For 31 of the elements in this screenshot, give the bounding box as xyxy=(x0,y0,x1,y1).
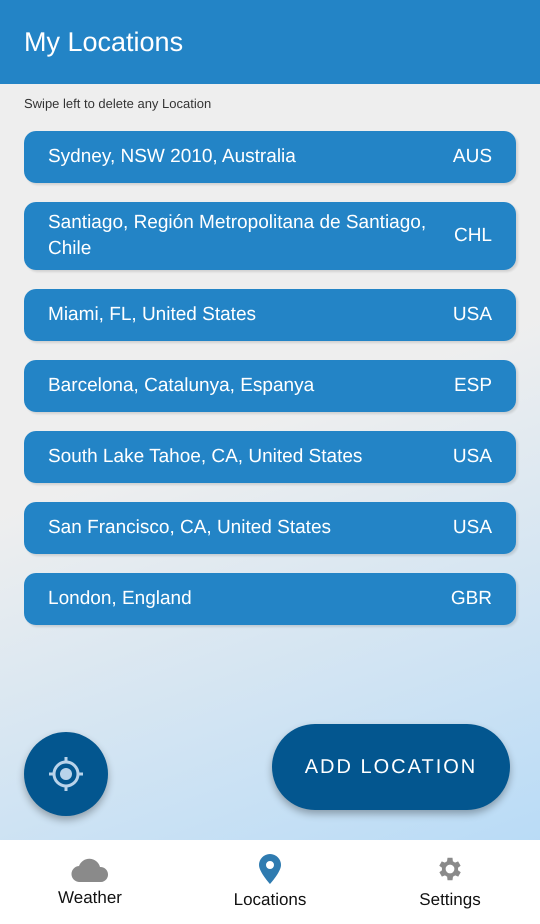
location-card[interactable]: Miami, FL, United States USA xyxy=(24,289,516,341)
country-code: AUS xyxy=(452,146,492,168)
location-name: San Francisco, CA, United States xyxy=(48,516,332,540)
page-title: My Locations xyxy=(24,26,184,58)
location-card[interactable]: Sydney, NSW 2010, Australia AUS xyxy=(24,131,516,183)
crosshair-icon xyxy=(47,755,85,793)
country-code: USA xyxy=(452,446,492,468)
cloud-icon xyxy=(71,856,109,882)
nav-tab[interactable]: Settings xyxy=(360,840,540,924)
country-code: USA xyxy=(452,304,492,326)
country-code: CHL xyxy=(454,225,492,247)
location-card[interactable]: San Francisco, CA, United States USA xyxy=(24,502,516,554)
location-name: Sydney, NSW 2010, Australia xyxy=(48,145,297,169)
location-card[interactable]: London, England GBR xyxy=(24,573,516,625)
current-location-button[interactable] xyxy=(24,732,108,816)
location-card[interactable]: South Lake Tahoe, CA, United States USA xyxy=(24,431,516,483)
location-name: Barcelona, Catalunya, Espanya xyxy=(48,374,316,398)
country-code: ESP xyxy=(454,375,492,397)
location-card[interactable]: Santiago, Región Metropolitana de Santiago, Chile CHL xyxy=(24,202,516,270)
location-card[interactable]: Barcelona, Catalunya, Espanya ESP xyxy=(24,360,516,412)
nav-tab[interactable]: Weather xyxy=(0,840,180,924)
country-code: GBR xyxy=(450,588,492,610)
location-name: London, England xyxy=(48,587,193,611)
hint-text: Swipe left to delete any Location xyxy=(24,96,212,111)
country-code: USA xyxy=(452,517,492,539)
location-name: Santiago, Región Metropolitana de Santiago, Chile xyxy=(48,211,428,261)
location-name: South Lake Tahoe, CA, United States xyxy=(48,445,364,469)
map-pin-icon xyxy=(259,854,281,884)
add-location-button[interactable]: ADD LOCATION xyxy=(272,724,510,810)
location-name: Miami, FL, United States xyxy=(48,303,258,327)
nav-tab[interactable]: Locations xyxy=(180,840,360,924)
